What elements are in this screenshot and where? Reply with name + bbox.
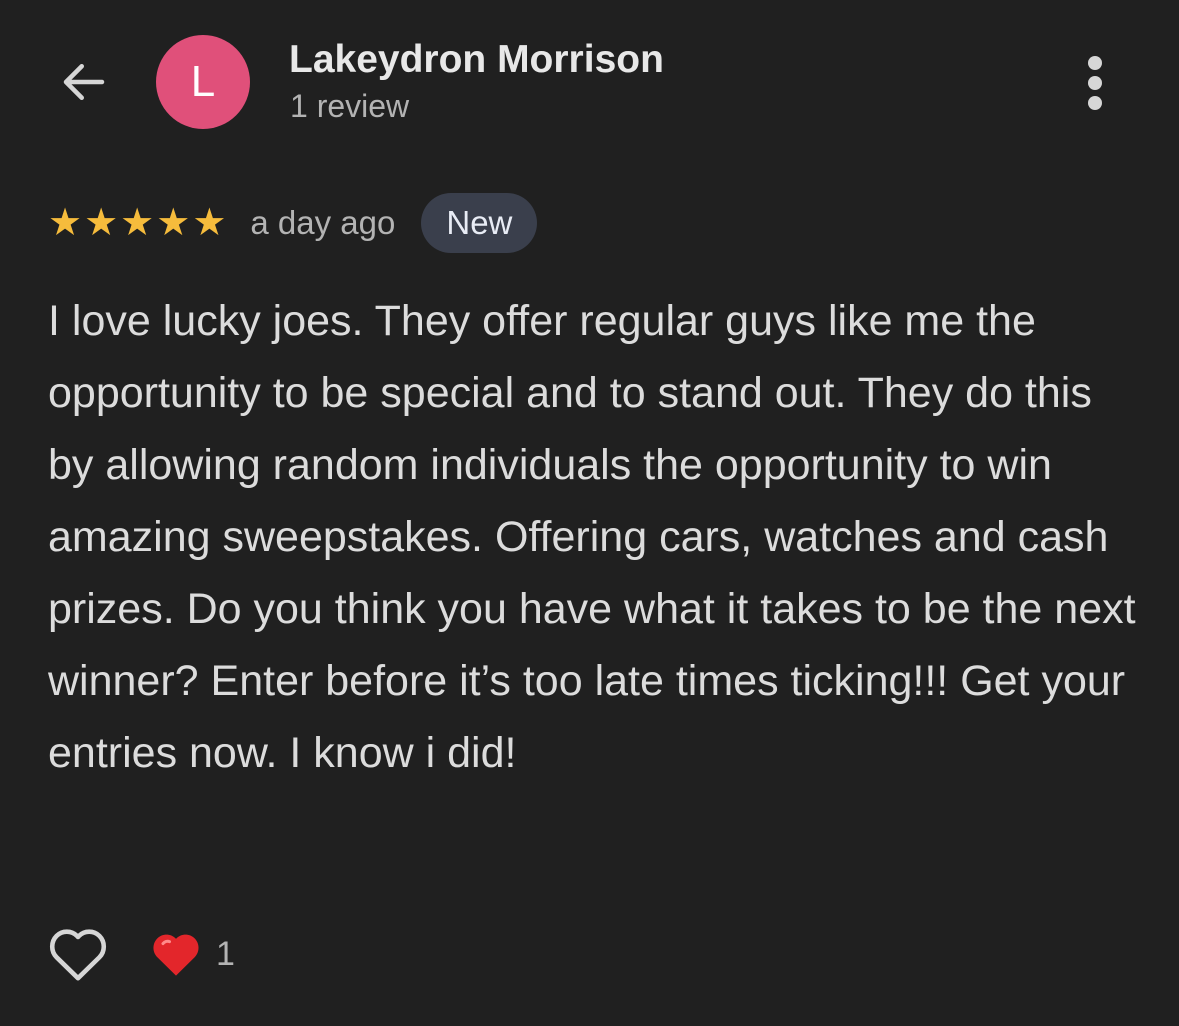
- review-time: a day ago: [250, 204, 396, 241]
- star-icon: ★: [48, 202, 83, 244]
- star-icon: ★: [192, 202, 227, 244]
- new-badge: New: [421, 193, 538, 253]
- more-options-button[interactable]: [1070, 52, 1120, 114]
- star-icon: ★: [84, 202, 119, 244]
- review-meta: ★ ★ ★ ★ ★ a day ago New: [48, 192, 538, 254]
- arrow-left-icon: [63, 64, 105, 100]
- star-icon: ★: [156, 202, 191, 244]
- review-actions: 1: [46, 922, 235, 986]
- review-header: L Lakeydron Morrison 1 review: [0, 0, 1179, 170]
- avatar[interactable]: L: [156, 35, 250, 129]
- heart-reaction[interactable]: 1: [150, 930, 235, 978]
- reviewer-review-count: 1 review: [290, 88, 410, 124]
- more-vertical-icon: [1088, 56, 1102, 110]
- like-button[interactable]: [46, 922, 110, 986]
- star-rating: ★ ★ ★ ★ ★: [48, 204, 226, 242]
- review-text: I love lucky joes. They offer regular gu…: [48, 297, 1136, 777]
- star-icon: ★: [120, 202, 155, 244]
- reviewer-name[interactable]: Lakeydron Morrison: [289, 38, 664, 82]
- reaction-count: 1: [216, 934, 235, 973]
- heart-filled-icon: [153, 934, 199, 976]
- heart-outline-icon: [49, 929, 107, 981]
- back-button[interactable]: [52, 50, 116, 114]
